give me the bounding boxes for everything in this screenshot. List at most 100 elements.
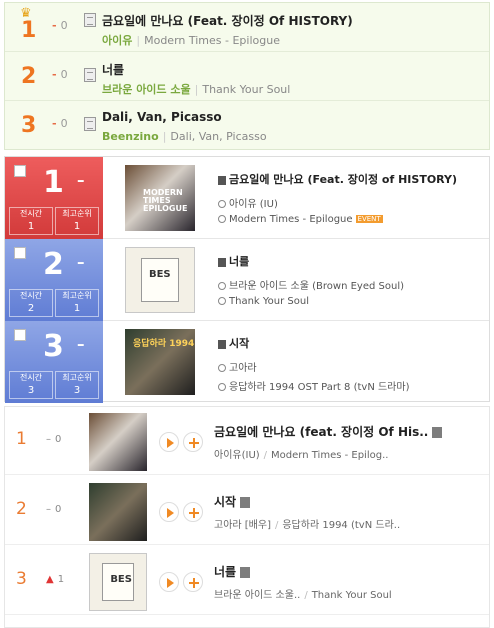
- artist-name[interactable]: 브라운 아이드 소울: [102, 83, 191, 96]
- rank-number: 3: [43, 329, 64, 364]
- add-button[interactable]: [183, 572, 203, 592]
- song-info: 금요일에 만나요 (feat. 장이정 Of His.. 아이유(IU) / Mod…: [214, 423, 443, 461]
- rank-box: 2 – 전시간 2 최고순위 1: [5, 239, 103, 321]
- rank-change: -0: [52, 117, 68, 130]
- play-button[interactable]: [159, 502, 179, 522]
- chart-row[interactable]: 1 – 전시간 1 최고순위 1 MODERN TIMES EPILOGUE 금요일…: [5, 157, 489, 239]
- chart-row[interactable]: 3 ▲1 너를 브라운 아이드 소울../Thank Your Soul: [5, 547, 489, 615]
- rank-number: 2: [21, 64, 37, 89]
- lyrics-icon[interactable]: [432, 427, 443, 438]
- album-cover[interactable]: [89, 553, 147, 611]
- album-name[interactable]: Modern Times - Epilogue: [144, 34, 280, 47]
- album-cover[interactable]: [89, 483, 147, 541]
- rank-number: 1: [16, 429, 27, 449]
- lyrics-icon[interactable]: [84, 13, 96, 27]
- chart-row[interactable]: 2 – 전시간2 최고순위1 너를 브라운 아이드 소울 (Brown Eyed…: [5, 239, 489, 321]
- album-name[interactable]: Thank Your Soul: [229, 296, 309, 307]
- album-cover[interactable]: [89, 413, 147, 471]
- arrow-up-icon: ▲: [46, 574, 54, 585]
- lyrics-icon[interactable]: [240, 497, 251, 508]
- rank-number: 2: [16, 499, 27, 519]
- rank-number: 1: [43, 165, 64, 200]
- song-title[interactable]: 금요일에 만나요 (Feat. 장이정 Of HISTORY): [102, 12, 353, 29]
- artist-name[interactable]: 고아라 [배우]: [214, 520, 271, 531]
- event-badge[interactable]: EVENT: [355, 215, 383, 223]
- artist-icon: [218, 364, 226, 372]
- rank-change: -0: [52, 19, 68, 32]
- cover-text: 응답하라 1994: [133, 339, 195, 349]
- artist-name[interactable]: Beenzino: [102, 130, 159, 143]
- select-checkbox[interactable]: [14, 329, 26, 341]
- rank-stats: 전시간 1 최고순위 1: [9, 207, 99, 235]
- song-meta: 아이유 | Modern Times - Epilogue: [102, 34, 280, 47]
- rank-change: –0: [46, 434, 62, 445]
- lyrics-icon[interactable]: [218, 257, 226, 267]
- song-title[interactable]: 너를: [229, 255, 249, 268]
- artist-name[interactable]: 아이유(IU): [214, 450, 260, 461]
- add-button[interactable]: [183, 502, 203, 522]
- artist-name[interactable]: 고아라: [229, 363, 257, 374]
- chart-row[interactable]: ♛ 1 -0 금요일에 만나요 (Feat. 장이정 Of HISTORY) 아…: [5, 3, 489, 52]
- previous-rank-stat: 전시간 3: [9, 371, 53, 399]
- rank-stats: 전시간 3 최고순위 3: [9, 371, 99, 399]
- album-icon: [218, 215, 226, 223]
- song-meta: Beenzino | Dali, Van, Picasso: [102, 130, 267, 143]
- song-title[interactable]: 금요일에 만나요 (Feat. 장이정 of HISTORY): [229, 173, 457, 186]
- rank-box: 1 – 전시간 1 최고순위 1: [5, 157, 103, 239]
- chart-row[interactable]: 1 –0 금요일에 만나요 (feat. 장이정 Of His.. 아이유(IU…: [5, 407, 489, 475]
- best-rank-stat: 최고순위 3: [55, 371, 99, 399]
- rank-box: 3 – 전시간 3 최고순위 3: [5, 321, 103, 403]
- rank-number: 1: [21, 18, 37, 43]
- album-name[interactable]: Modern Times - Epilog..: [271, 450, 388, 461]
- song-title[interactable]: 금요일에 만나요 (feat. 장이정 Of His..: [214, 425, 428, 439]
- album-name[interactable]: Modern Times - Epilogue: [229, 214, 353, 225]
- chart-row[interactable]: 3 – 전시간 3 최고순위 3 응답하라 1994 시작 고아라 응답하라 199…: [5, 321, 489, 403]
- album-cover[interactable]: MODERN TIMES EPILOGUE: [125, 165, 195, 231]
- song-title[interactable]: 너를: [102, 61, 124, 78]
- artist-name[interactable]: 아이유: [102, 34, 132, 47]
- chart-section-1: ♛ 1 -0 금요일에 만나요 (Feat. 장이정 Of HISTORY) 아…: [4, 2, 490, 150]
- rank-change: -0: [52, 68, 68, 81]
- song-title[interactable]: 시작: [214, 495, 236, 509]
- chart-row[interactable]: 2 –0 시작 고아라 [배우] / 응답하라 1994 (tvN 드라..: [5, 477, 489, 545]
- lyrics-icon[interactable]: [84, 68, 96, 82]
- album-name[interactable]: Thank Your Soul: [312, 590, 392, 601]
- album-name[interactable]: Dali, Van, Picasso: [170, 130, 266, 143]
- artist-name[interactable]: 아이유 (IU): [229, 199, 278, 210]
- lyrics-icon[interactable]: [218, 175, 226, 185]
- song-info: 시작 고아라 [배우] / 응답하라 1994 (tvN 드라..: [214, 495, 401, 531]
- song-title[interactable]: Dali, Van, Picasso: [102, 110, 222, 124]
- album-name[interactable]: 응답하라 1994 (tvN 드라..: [282, 520, 400, 531]
- song-info: 시작 고아라 응답하라 1994 OST Part 8 (tvN 드라마): [218, 335, 409, 393]
- album-name[interactable]: 응답하라 1994 OST Part 8 (tvN 드라마): [229, 382, 409, 393]
- song-meta: 브라운 아이드 소울 | Thank Your Soul: [102, 83, 291, 96]
- album-icon: [218, 383, 226, 391]
- rank-change: –: [77, 253, 85, 271]
- select-checkbox[interactable]: [14, 247, 26, 259]
- album-cover[interactable]: [125, 247, 195, 313]
- play-button[interactable]: [159, 572, 179, 592]
- chart-section-2: 1 – 전시간 1 최고순위 1 MODERN TIMES EPILOGUE 금요일…: [4, 156, 490, 403]
- rank-number: 3: [16, 569, 27, 589]
- lyrics-icon[interactable]: [218, 339, 226, 349]
- rank-number: 2: [43, 247, 64, 282]
- lyrics-icon[interactable]: [84, 117, 96, 131]
- lyrics-icon[interactable]: [240, 567, 251, 578]
- play-button[interactable]: [159, 432, 179, 452]
- artist-name[interactable]: 브라운 아이드 소울 (Brown Eyed Soul): [229, 281, 404, 292]
- previous-rank-stat: 전시간 2: [9, 289, 53, 317]
- best-rank-stat: 최고순위 1: [55, 207, 99, 235]
- song-title[interactable]: 너를: [214, 565, 236, 579]
- album-cover[interactable]: 응답하라 1994: [125, 329, 195, 395]
- artist-name[interactable]: 브라운 아이드 소울..: [214, 590, 300, 601]
- album-name[interactable]: Thank Your Soul: [202, 83, 290, 96]
- music-chart-comparison: ♛ 1 -0 금요일에 만나요 (Feat. 장이정 Of HISTORY) 아…: [0, 0, 494, 628]
- select-checkbox[interactable]: [14, 165, 26, 177]
- rank-change: –0: [46, 504, 62, 515]
- chart-row[interactable]: 2 -0 너를 브라운 아이드 소울 | Thank Your Soul: [5, 52, 489, 101]
- chart-row[interactable]: 3 -0 Dali, Van, Picasso Beenzino | Dali, V…: [5, 101, 489, 150]
- rank-number: 3: [21, 113, 37, 138]
- add-button[interactable]: [183, 432, 203, 452]
- song-title[interactable]: 시작: [229, 337, 249, 350]
- best-rank-stat: 최고순위 1: [55, 289, 99, 317]
